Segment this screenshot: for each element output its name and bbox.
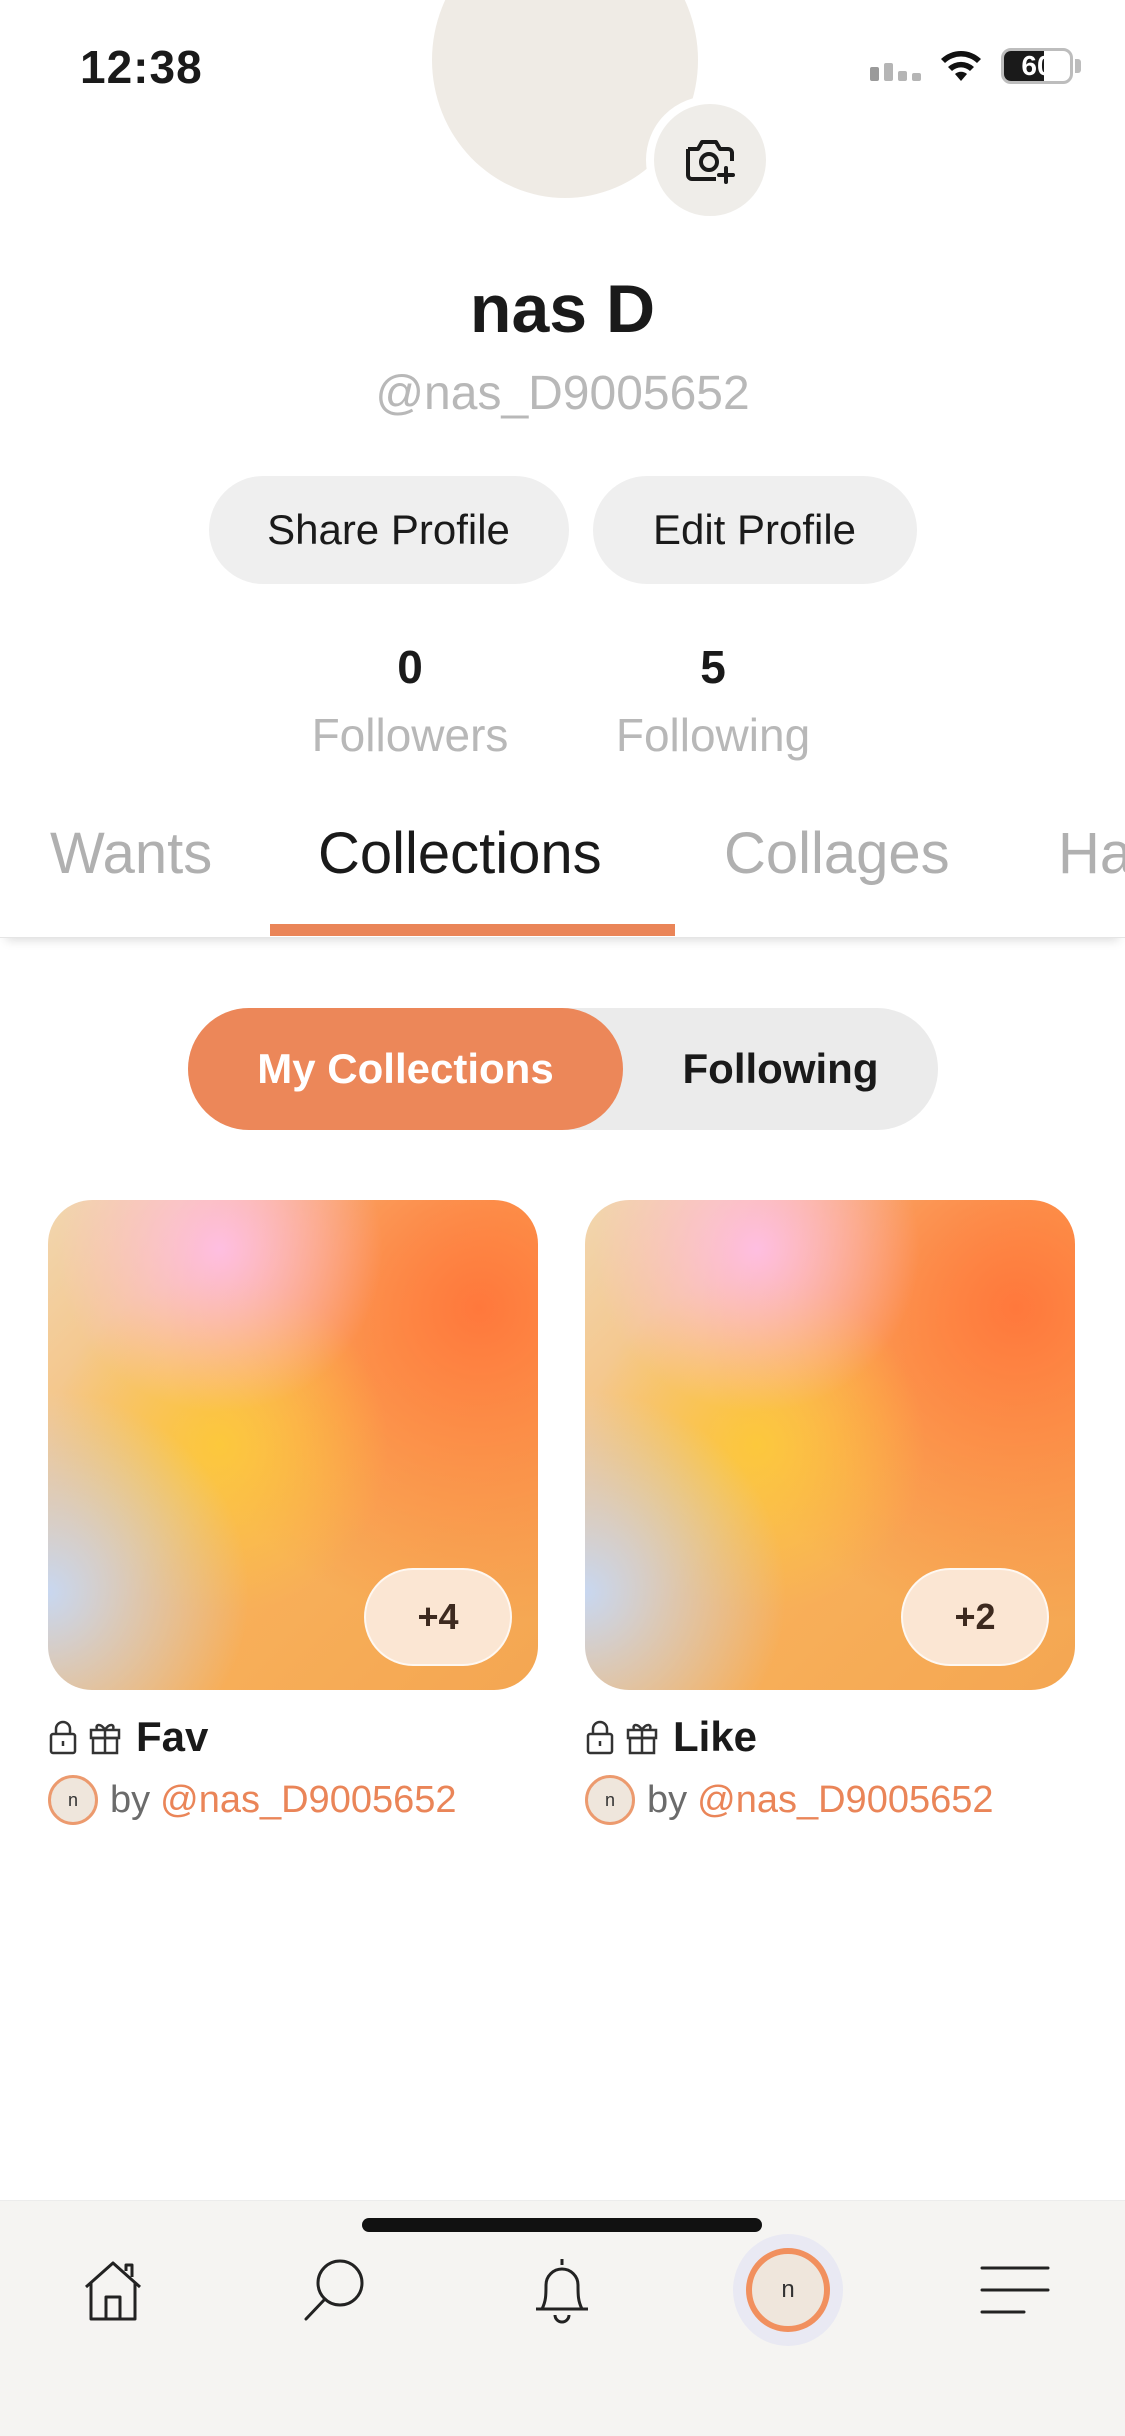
display-name: nas D bbox=[469, 271, 656, 347]
followers-label: Followers bbox=[311, 709, 509, 761]
nav-profile[interactable]: n bbox=[733, 2234, 843, 2346]
wifi-icon bbox=[941, 51, 981, 81]
owner-handle-link[interactable]: @nas_D9005652 bbox=[160, 1779, 456, 1822]
tab-collections[interactable]: Collections bbox=[318, 820, 602, 887]
followers-count: 0 bbox=[397, 641, 423, 693]
username: @nas_D9005652 bbox=[375, 367, 750, 420]
by-label: by bbox=[647, 1778, 688, 1821]
item-count-badge: +4 bbox=[364, 1568, 512, 1666]
profile-tabs: Wants Collections Collages Ha bbox=[0, 810, 1125, 938]
collection-card[interactable]: +2 Like n by @nas_D9005652 bbox=[585, 1200, 1075, 1826]
collection-title: Like bbox=[673, 1713, 758, 1760]
tab-collages[interactable]: Collages bbox=[724, 820, 950, 887]
nav-home[interactable] bbox=[58, 2235, 168, 2345]
lock-icon bbox=[49, 1720, 77, 1755]
active-tab-indicator bbox=[270, 924, 675, 936]
collections-filter: My Collections Following bbox=[188, 1008, 938, 1130]
bottom-nav: n bbox=[0, 2200, 1125, 2436]
gift-icon bbox=[626, 1723, 658, 1755]
change-photo-button[interactable] bbox=[646, 96, 774, 224]
by-label: by bbox=[110, 1778, 151, 1821]
battery-icon: 60 bbox=[1001, 48, 1073, 84]
nav-search[interactable] bbox=[280, 2235, 390, 2345]
profile-actions: Share Profile Edit Profile bbox=[0, 476, 1125, 584]
following-collections-toggle[interactable]: Following bbox=[623, 1008, 938, 1130]
lock-icon bbox=[586, 1720, 614, 1755]
signal-icon bbox=[870, 51, 921, 81]
status-time: 12:38 bbox=[80, 41, 203, 93]
collection-owner-row: n by @nas_D9005652 bbox=[48, 1774, 538, 1826]
nav-menu[interactable] bbox=[960, 2235, 1070, 2345]
collection-card[interactable]: +4 Fav n by @nas_D9005652 bbox=[48, 1200, 538, 1826]
owner-avatar: n bbox=[585, 1775, 635, 1825]
battery-tip bbox=[1075, 59, 1081, 73]
share-profile-button[interactable]: Share Profile bbox=[208, 476, 569, 584]
gift-icon bbox=[89, 1723, 121, 1755]
bell-icon bbox=[536, 2259, 588, 2324]
collection-title-row: Fav bbox=[48, 1712, 538, 1762]
collection-cover[interactable]: +4 bbox=[48, 1200, 538, 1690]
following-label: Following bbox=[615, 709, 811, 761]
owner-handle-link[interactable]: @nas_D9005652 bbox=[697, 1779, 993, 1822]
camera-plus-icon bbox=[686, 140, 735, 184]
profile-avatar: n bbox=[746, 2248, 830, 2332]
item-count-badge: +2 bbox=[901, 1568, 1049, 1666]
search-icon bbox=[304, 2259, 364, 2321]
menu-icon bbox=[980, 2266, 1050, 2314]
nav-notifications[interactable] bbox=[507, 2235, 617, 2345]
edit-profile-button[interactable]: Edit Profile bbox=[592, 476, 917, 584]
home-indicator bbox=[362, 2218, 762, 2232]
followers-stat[interactable]: 0 Followers bbox=[280, 640, 540, 762]
status-icons: 60 bbox=[870, 48, 1081, 84]
following-stat[interactable]: 5 Following bbox=[583, 640, 843, 762]
owner-avatar: n bbox=[48, 1775, 98, 1825]
my-collections-toggle[interactable]: My Collections bbox=[188, 1008, 623, 1130]
profile-avatar-ring: n bbox=[733, 2234, 843, 2346]
collection-title-row: Like bbox=[585, 1712, 1075, 1762]
collection-owner-row: n by @nas_D9005652 bbox=[585, 1774, 1075, 1826]
collection-cover[interactable]: +2 bbox=[585, 1200, 1075, 1690]
tab-wants[interactable]: Wants bbox=[50, 820, 212, 887]
collection-title: Fav bbox=[136, 1713, 209, 1760]
tab-partial[interactable]: Ha bbox=[1058, 820, 1125, 887]
following-count: 5 bbox=[700, 641, 726, 693]
battery-level: 60 bbox=[1021, 50, 1053, 81]
home-icon bbox=[85, 2261, 141, 2321]
